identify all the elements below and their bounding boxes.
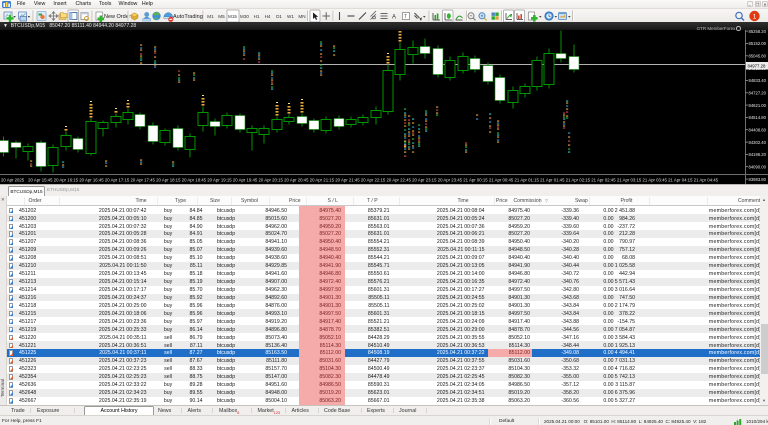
svg-text:21 Apr 04:45: 21 Apr 04:45 [694, 177, 719, 182]
svg-text:21 Apr 01:15: 21 Apr 01:15 [515, 177, 540, 182]
svg-text:D1: D1 [276, 14, 282, 19]
svg-text:M30: M30 [240, 14, 249, 19]
svg-text:21 Apr 02:45: 21 Apr 02:45 [591, 177, 616, 182]
svg-text:20 Apr 23:45: 20 Apr 23:45 [438, 177, 463, 182]
svg-text:20 Apr 19:15: 20 Apr 19:15 [207, 177, 232, 182]
svg-text:20 Apr 20:15: 20 Apr 20:15 [259, 177, 284, 182]
svg-text:84090.00: 84090.00 [749, 164, 767, 169]
svg-text:84196.20: 84196.20 [749, 152, 767, 157]
svg-text:84727.20: 84727.20 [749, 90, 767, 95]
svg-text:20 Apr 16:15: 20 Apr 16:15 [54, 177, 79, 182]
svg-text:21 Apr 03:15: 21 Apr 03:15 [617, 177, 642, 182]
svg-text:MN: MN [298, 14, 305, 19]
svg-text:85258.20: 85258.20 [749, 30, 767, 34]
svg-text:84514.80: 84514.80 [749, 115, 767, 120]
svg-text:84621.00: 84621.00 [749, 102, 767, 107]
svg-text:W1: W1 [287, 14, 294, 19]
svg-text:20 Apr 17:15: 20 Apr 17:15 [105, 177, 130, 182]
svg-text:New Order: New Order [104, 14, 131, 20]
svg-text:H4: H4 [265, 14, 271, 19]
svg-text:85152.00: 85152.00 [749, 41, 767, 46]
svg-text:20 Apr 22:45: 20 Apr 22:45 [387, 177, 412, 182]
svg-text:20 Apr 16:45: 20 Apr 16:45 [79, 177, 104, 182]
svg-text:21 Apr 00:15: 21 Apr 00:15 [463, 177, 488, 182]
svg-text:20 Apr 2025: 20 Apr 2025 [1, 177, 25, 182]
svg-text:A: A [392, 14, 396, 20]
svg-text:83983.80: 83983.80 [749, 176, 767, 181]
svg-text:20 Apr 21:15: 20 Apr 21:15 [310, 177, 335, 182]
svg-text:AutoTrading: AutoTrading [173, 14, 203, 20]
svg-text:20 Apr 18:15: 20 Apr 18:15 [156, 177, 181, 182]
svg-text:85045.80: 85045.80 [749, 53, 767, 58]
svg-text:M15: M15 [228, 14, 237, 19]
svg-text:M1: M1 [207, 14, 214, 19]
svg-text:20 Apr 18:45: 20 Apr 18:45 [182, 177, 207, 182]
svg-text:21 Apr 04:15: 21 Apr 04:15 [668, 177, 693, 182]
svg-text:20 Apr 15:45: 20 Apr 15:45 [28, 177, 53, 182]
svg-text:20 Apr 22:15: 20 Apr 22:15 [361, 177, 386, 182]
svg-text:M5: M5 [218, 14, 225, 19]
svg-text:20 Apr 23:15: 20 Apr 23:15 [412, 177, 437, 182]
svg-text:84302.40: 84302.40 [749, 139, 767, 144]
svg-text:H1: H1 [254, 14, 260, 19]
svg-text:20 Apr 21:45: 20 Apr 21:45 [335, 177, 360, 182]
svg-text:84977.28: 84977.28 [748, 63, 767, 68]
svg-text:20 Apr 17:45: 20 Apr 17:45 [131, 177, 156, 182]
svg-text:T: T [404, 14, 407, 20]
svg-text:21 Apr 01:45: 21 Apr 01:45 [540, 177, 565, 182]
svg-text:84833.40: 84833.40 [749, 78, 767, 83]
svg-text:84408.60: 84408.60 [749, 127, 767, 132]
svg-text:21 Apr 03:45: 21 Apr 03:45 [643, 177, 668, 182]
svg-text:20 Apr 20:45: 20 Apr 20:45 [284, 177, 309, 182]
svg-text:21 Apr 00:45: 21 Apr 00:45 [489, 177, 514, 182]
svg-text:1: 1 [753, 13, 757, 20]
svg-text:21 Apr 02:15: 21 Apr 02:15 [566, 177, 591, 182]
svg-text:20 Apr 19:45: 20 Apr 19:45 [233, 177, 258, 182]
